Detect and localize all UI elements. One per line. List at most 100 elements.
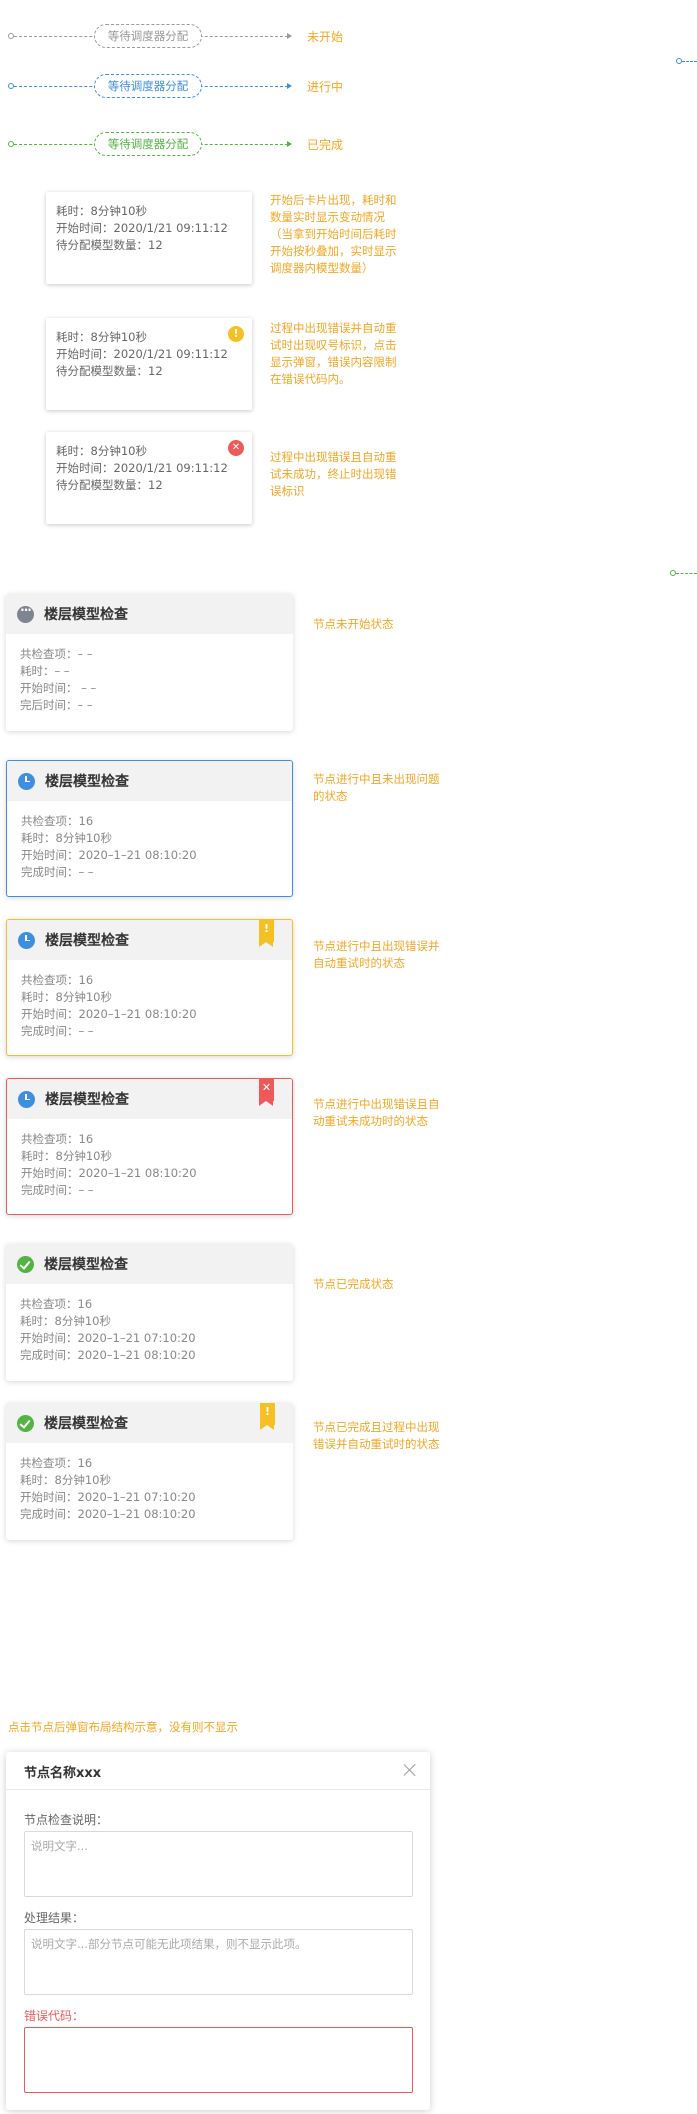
end-time-text: 完成时间：– –	[21, 1024, 94, 1038]
duration-text: 耗时：8分钟10秒	[56, 444, 147, 458]
check-count-text: 共检查项：16	[21, 814, 94, 828]
connector-not-started: 等待调度器分配	[8, 24, 292, 48]
duration-text: 耗时：8分钟10秒	[20, 1473, 111, 1487]
duration-text: 耗时：8分钟10秒	[56, 204, 147, 218]
node-card-body: 共检查项：16 耗时：8分钟10秒 开始时间：2020–1–21 07:10:2…	[6, 1284, 293, 1376]
node-card-completed-warning[interactable]: 楼层模型检查 ! 共检查项：16 耗时：8分钟10秒 开始时间：2020–1–2…	[6, 1403, 293, 1540]
edge-connector-green	[670, 569, 697, 577]
result-label: 处理结果：	[24, 1911, 85, 1925]
node-title: 楼层模型检查	[44, 607, 128, 623]
clock-icon	[18, 1090, 35, 1108]
connector-completed: 等待调度器分配	[8, 132, 292, 156]
pending-count-text: 待分配模型数量：12	[56, 478, 163, 492]
node-card-header: 楼层模型检查 ✕	[7, 1079, 292, 1119]
node-title: 楼层模型检查	[45, 774, 129, 790]
node-card-header: 楼层模型检查	[7, 761, 292, 801]
check-count-text: 共检查项：16	[20, 1456, 93, 1470]
annotation-note: 开始后卡片出现，耗时和数量实时显示变动情况（当拿到开始时间后耗时开始按秒叠加，实…	[270, 193, 397, 275]
warning-flag-icon[interactable]: !	[259, 920, 274, 947]
node-card-header: 楼层模型检查 !	[6, 1403, 293, 1443]
scheduler-pill[interactable]: 等待调度器分配	[94, 24, 202, 48]
node-card-not-started[interactable]: 楼层模型检查 共检查项：– – 耗时：– – 开始时间： – – 完后时间：– …	[6, 594, 293, 731]
check-icon	[17, 1414, 34, 1432]
node-card-completed[interactable]: 楼层模型检查 共检查项：16 耗时：8分钟10秒 开始时间：2020–1–21 …	[6, 1244, 293, 1381]
connector-label: 进行中	[307, 80, 344, 94]
arrow-icon	[287, 33, 292, 39]
scheduler-card[interactable]: 耗时：8分钟10秒 开始时间：2020/1/21 09:11:12 待分配模型数…	[46, 192, 252, 284]
node-card-in-progress-error[interactable]: 楼层模型检查 ✕ 共检查项：16 耗时：8分钟10秒 开始时间：2020–1–2…	[6, 1078, 293, 1215]
annotation-note: 节点未开始状态	[313, 617, 394, 631]
start-time-text: 开始时间：2020–1–21 07:10:20	[20, 1331, 196, 1345]
node-title: 楼层模型检查	[45, 1092, 129, 1108]
start-time-text: 开始时间： – –	[20, 681, 97, 695]
pending-count-text: 待分配模型数量：12	[56, 238, 163, 252]
duration-text: 耗时：8分钟10秒	[56, 330, 147, 344]
warning-flag-icon[interactable]: !	[260, 1403, 275, 1430]
start-time-text: 开始时间：2020/1/21 09:11:12	[56, 461, 228, 475]
end-time-text: 完成时间：– –	[21, 1183, 94, 1197]
connector-label: 已完成	[307, 138, 344, 152]
duration-text: 耗时：8分钟10秒	[21, 831, 112, 845]
node-card-body: 共检查项：16 耗时：8分钟10秒 开始时间：2020–1–21 07:10:2…	[6, 1443, 293, 1535]
connector-label: 未开始	[307, 30, 344, 44]
node-title: 楼层模型检查	[44, 1257, 128, 1273]
duration-text: 耗时：– –	[20, 664, 70, 678]
start-time-text: 开始时间：2020–1–21 08:10:20	[21, 1007, 197, 1021]
annotation-note: 节点已完成且过程中出现错误并自动重试时的状态	[313, 1420, 440, 1451]
duration-text: 耗时：8分钟10秒	[21, 1149, 112, 1163]
scheduler-card-error[interactable]: ✕ 耗时：8分钟10秒 开始时间：2020/1/21 09:11:12 待分配模…	[46, 432, 252, 524]
node-title: 楼层模型检查	[45, 933, 129, 949]
node-card-body: 共检查项：16 耗时：8分钟10秒 开始时间：2020–1–21 08:10:2…	[7, 1119, 292, 1211]
node-card-body: 共检查项：16 耗时：8分钟10秒 开始时间：2020–1–21 08:10:2…	[7, 801, 292, 893]
check-count-text: 共检查项：16	[20, 1297, 93, 1311]
result-field[interactable]	[24, 1929, 413, 1995]
pending-icon	[17, 603, 34, 623]
scheduler-pill[interactable]: 等待调度器分配	[94, 132, 202, 156]
node-card-in-progress[interactable]: 楼层模型检查 共检查项：16 耗时：8分钟10秒 开始时间：2020–1–21 …	[6, 760, 293, 897]
annotation-note: 过程中出现错误且自动重试未成功，终止时出现错误标识	[270, 450, 397, 498]
node-card-in-progress-warning[interactable]: 楼层模型检查 ! 共检查项：16 耗时：8分钟10秒 开始时间：2020–1–2…	[6, 919, 293, 1056]
warning-icon[interactable]: !	[228, 326, 244, 342]
node-card-body: 共检查项：– – 耗时：– – 开始时间： – – 完后时间：– –	[6, 634, 293, 726]
annotation-note: 过程中出现错误并自动重试时出现叹号标识，点击显示弹窗，错误内容限制在错误代码内。	[270, 321, 397, 386]
check-description-field[interactable]	[24, 1831, 413, 1897]
dialog-caption: 点击节点后弹窗布局结构示意，没有则不显示	[8, 1720, 238, 1734]
clock-icon	[18, 772, 35, 790]
annotation-note: 节点已完成状态	[313, 1277, 394, 1291]
start-time-text: 开始时间：2020–1–21 07:10:20	[20, 1490, 196, 1504]
end-time-text: 完成时间：2020–1–21 08:10:20	[20, 1507, 196, 1521]
close-icon[interactable]	[402, 1762, 418, 1778]
duration-text: 耗时：8分钟10秒	[20, 1314, 111, 1328]
arrow-icon	[287, 83, 292, 89]
pending-count-text: 待分配模型数量：12	[56, 364, 163, 378]
node-card-header: 楼层模型检查 !	[7, 920, 292, 960]
end-time-text: 完后时间：– –	[20, 698, 93, 712]
edge-connector-blue	[676, 57, 697, 65]
annotation-note: 节点进行中出现错误且自动重试未成功时的状态	[313, 1097, 440, 1128]
node-card-header: 楼层模型检查	[6, 1244, 293, 1284]
node-card-body: 共检查项：16 耗时：8分钟10秒 开始时间：2020–1–21 08:10:2…	[7, 960, 292, 1052]
scheduler-pill[interactable]: 等待调度器分配	[94, 74, 202, 98]
arrow-icon	[287, 141, 292, 147]
error-code-label: 错误代码：	[24, 2009, 85, 2023]
check-count-text: 共检查项：16	[21, 973, 94, 987]
error-icon[interactable]: ✕	[228, 440, 244, 456]
error-code-field[interactable]	[24, 2027, 413, 2093]
check-description-label: 节点检查说明：	[24, 1813, 109, 1827]
error-flag-icon[interactable]: ✕	[259, 1079, 274, 1106]
end-time-text: 完成时间：2020–1–21 08:10:20	[20, 1348, 196, 1362]
check-count-text: 共检查项：16	[21, 1132, 94, 1146]
annotation-note: 节点进行中且出现错误并自动重试时的状态	[313, 939, 440, 970]
duration-text: 耗时：8分钟10秒	[21, 990, 112, 1004]
clock-icon	[18, 931, 35, 949]
start-time-text: 开始时间：2020/1/21 09:11:12	[56, 221, 228, 235]
start-time-text: 开始时间：2020–1–21 08:10:20	[21, 848, 197, 862]
annotation-note: 节点进行中且未出现问题的状态	[313, 772, 440, 803]
node-title: 楼层模型检查	[44, 1416, 128, 1432]
end-time-text: 完成时间：– –	[21, 865, 94, 879]
start-time-text: 开始时间：2020/1/21 09:11:12	[56, 347, 228, 361]
node-detail-dialog: 节点名称xxx 节点检查说明： 处理结果： 错误代码：	[6, 1752, 430, 2110]
node-card-header: 楼层模型检查	[6, 594, 293, 634]
dialog-title: 节点名称xxx	[24, 1766, 102, 1781]
scheduler-card-warning[interactable]: ! 耗时：8分钟10秒 开始时间：2020/1/21 09:11:12 待分配模…	[46, 318, 252, 410]
